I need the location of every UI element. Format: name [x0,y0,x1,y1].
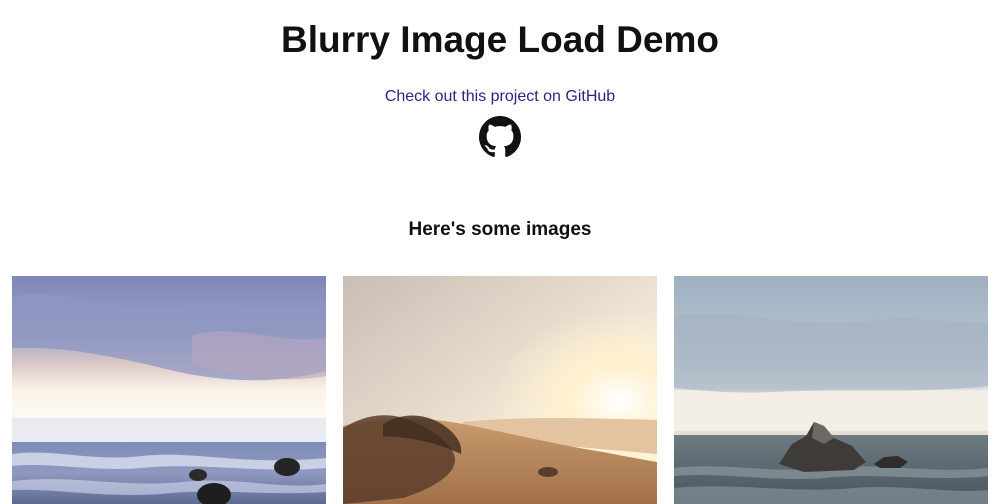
gallery-image-beach-rocks[interactable] [12,276,326,504]
github-icon[interactable] [479,116,521,158]
page-title: Blurry Image Load Demo [281,19,719,60]
image-gallery [12,276,988,504]
github-link[interactable]: Check out this project on GitHub [0,87,1000,107]
page: Blurry Image Load Demo Check out this pr… [0,0,1000,504]
section-heading: Here's some images [408,219,592,240]
gallery-image-sea-rock[interactable] [674,276,988,504]
gallery-image-sunset-beach[interactable] [343,276,657,504]
